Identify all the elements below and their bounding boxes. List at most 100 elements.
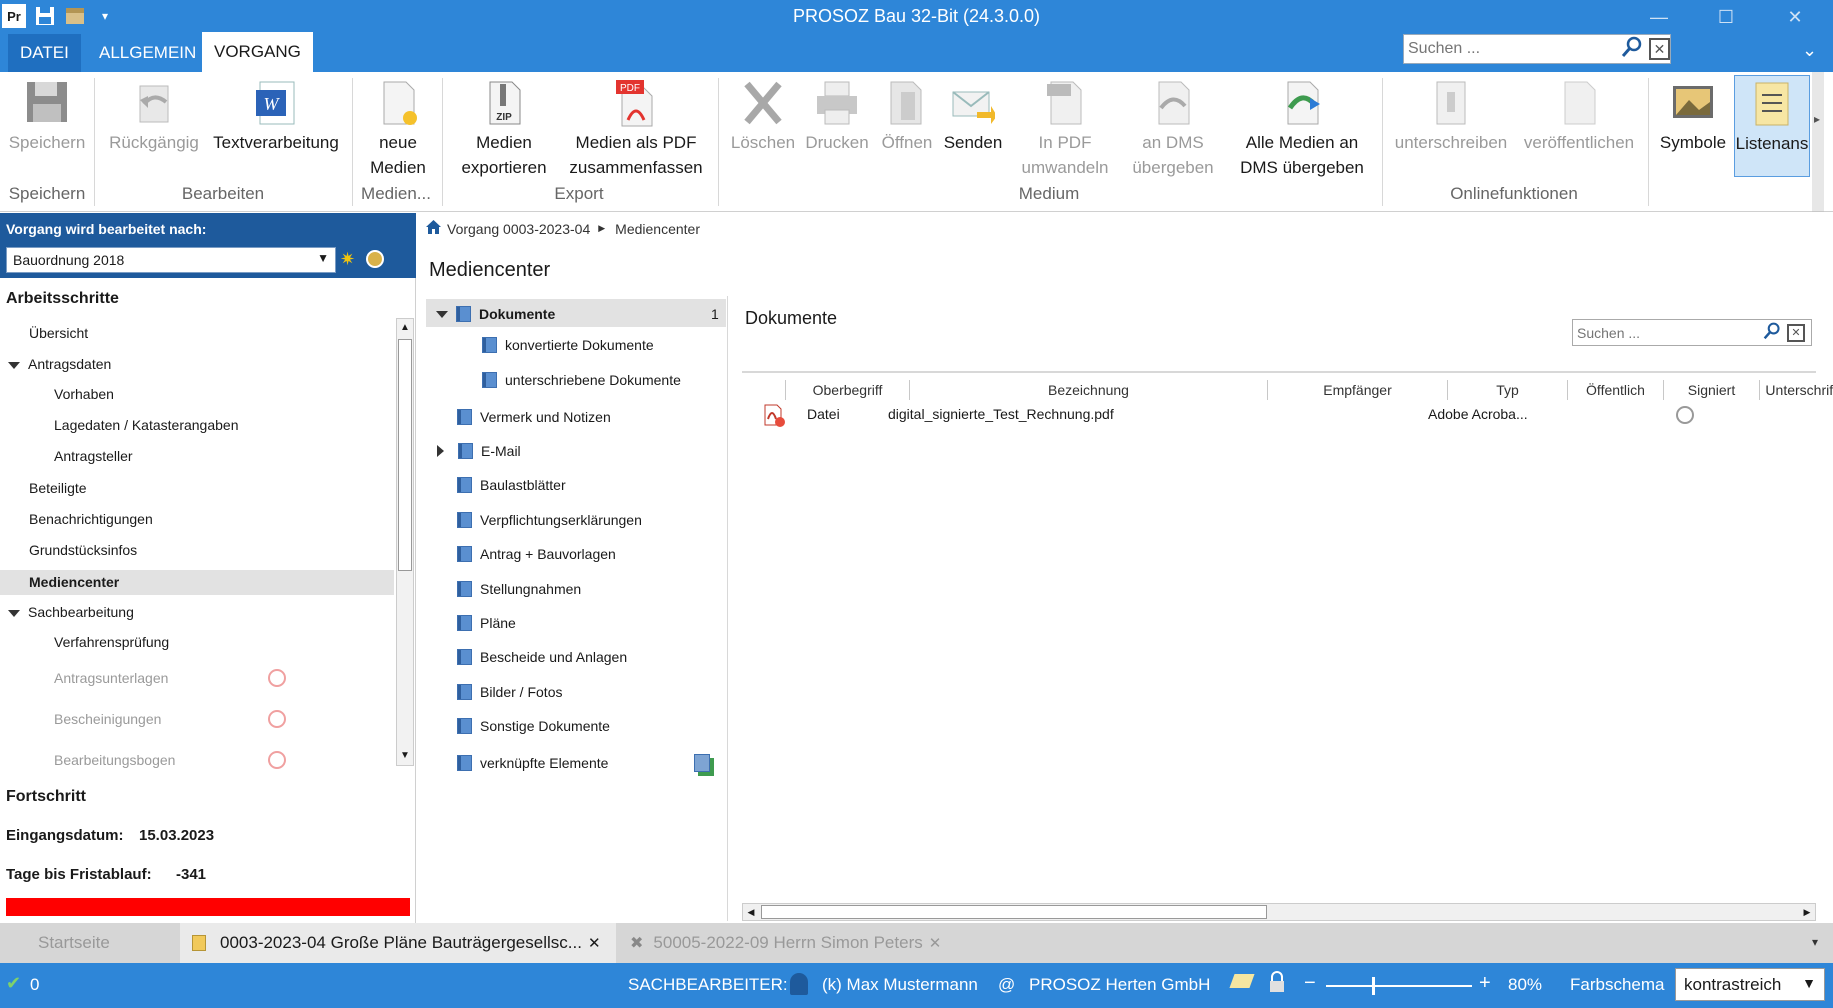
nav-antragsdaten[interactable]: Antragsdaten — [8, 356, 111, 372]
nav-grundstuecksinfos[interactable]: Grundstücksinfos — [29, 542, 137, 558]
folder-email[interactable]: E-Mail — [437, 443, 521, 459]
minimize-icon[interactable]: — — [1630, 0, 1688, 34]
zoom-in-icon[interactable]: + — [1479, 972, 1491, 995]
wizard-icon[interactable]: ✷ — [340, 249, 355, 270]
search-icon[interactable] — [1621, 36, 1643, 62]
expand-icon[interactable] — [8, 609, 20, 617]
ruler-icon[interactable] — [1229, 974, 1255, 988]
scroll-left-icon[interactable]: ◀ — [743, 904, 759, 920]
drucken-button[interactable]: Drucken — [800, 78, 874, 155]
scroll-right-icon[interactable]: ▶ — [1799, 904, 1815, 920]
chevron-down-icon[interactable]: ▼ — [317, 251, 329, 265]
medien-als-pdf-button[interactable]: PDF Medien als PDF zusammenfassen — [562, 78, 710, 180]
veroeffentlichen-button[interactable]: veröffentlichen — [1514, 78, 1644, 155]
folder-bescheide[interactable]: Bescheide und Anlagen — [457, 649, 627, 665]
alle-medien-dms-button[interactable]: Alle Medien an DMS übergeben — [1228, 78, 1376, 180]
ribbon-collapse-icon[interactable]: ⌄ — [1802, 40, 1817, 61]
table-row[interactable]: Datei digital_signierte_Test_Rechnung.pd… — [742, 402, 1816, 428]
speichern-button[interactable]: Speichern — [4, 78, 90, 155]
scroll-up-icon[interactable]: ▲ — [397, 319, 413, 337]
top-search-box[interactable]: ✕ — [1403, 34, 1671, 64]
folder-konvertierte[interactable]: konvertierte Dokumente — [482, 337, 654, 353]
clear-search-icon[interactable]: ✕ — [1787, 323, 1805, 342]
zoom-out-icon[interactable]: − — [1304, 972, 1316, 995]
unterschreiben-button[interactable]: unterschreiben — [1390, 78, 1512, 155]
breadcrumb-item-mediencenter[interactable]: Mediencenter — [615, 221, 700, 237]
zoom-slider-thumb[interactable] — [1372, 977, 1375, 995]
collapse-icon[interactable] — [436, 310, 448, 318]
rueckgaengig-button[interactable]: Rückgängig — [104, 78, 204, 155]
senden-button[interactable]: Senden — [940, 78, 1006, 155]
user-name[interactable]: (k) Max Mustermann — [822, 975, 978, 995]
hscroll-thumb[interactable] — [761, 905, 1267, 919]
nav-verfahrenspruefung[interactable]: Verfahrensprüfung — [54, 634, 169, 650]
maximize-icon[interactable]: ☐ — [1697, 0, 1755, 34]
breadcrumb-item-vorgang[interactable]: Vorgang 0003-2023-04 — [447, 221, 590, 237]
scroll-thumb[interactable] — [398, 339, 412, 571]
tab-startseite[interactable]: Startseite — [38, 923, 110, 963]
top-search-input[interactable] — [1404, 40, 1615, 58]
chevron-down-icon[interactable]: ▼ — [1802, 975, 1816, 991]
close-tab-icon[interactable]: ✕ — [588, 934, 601, 952]
nav-uebersicht[interactable]: Übersicht — [29, 325, 88, 341]
zoom-slider[interactable] — [1326, 977, 1472, 995]
documents-search-box[interactable]: ✕ — [1572, 319, 1812, 346]
home-icon[interactable] — [426, 220, 441, 237]
column-header-empfaenger[interactable]: Empfänger — [1268, 380, 1448, 400]
tab-allgemein[interactable]: ALLGEMEIN — [87, 34, 208, 72]
listenansicht-button[interactable]: Listenans — [1734, 75, 1810, 177]
lock-icon[interactable] — [1268, 971, 1286, 992]
close-icon[interactable]: ✕ — [1766, 0, 1824, 34]
farbschema-select[interactable]: kontrastreich ▼ — [1675, 968, 1825, 1001]
folder-unterschriebene[interactable]: unterschriebene Dokumente — [482, 372, 681, 388]
nav-benachrichtigungen[interactable]: Benachrichtigungen — [29, 511, 153, 527]
nav-antragsteller[interactable]: Antragsteller — [54, 448, 133, 464]
textverarbeitung-button[interactable]: W Textverarbeitung — [206, 78, 346, 155]
column-header-typ[interactable]: Typ — [1448, 380, 1568, 400]
tabs-overflow-icon[interactable]: ▾ — [1812, 935, 1818, 949]
scroll-down-icon[interactable]: ▼ — [397, 747, 413, 765]
column-header-signiert[interactable]: Signiert — [1664, 380, 1760, 400]
folder-vermerk[interactable]: Vermerk und Notizen — [457, 409, 611, 425]
nav-sachbearbeitung[interactable]: Sachbearbeitung — [8, 604, 134, 620]
ribbon-scrollbar[interactable] — [1812, 72, 1824, 212]
column-header-icon[interactable] — [742, 380, 786, 400]
column-header-oeffentlich[interactable]: Öffentlich — [1568, 380, 1664, 400]
folder-verpflichtung[interactable]: Verpflichtungserklärungen — [457, 512, 642, 528]
folder-baulast[interactable]: Baulastblätter — [457, 477, 566, 493]
folder-verknuepfte[interactable]: verknüpfte Elemente — [457, 755, 608, 771]
folder-dokumente[interactable]: Dokumente — [436, 306, 555, 322]
tab-vorgang[interactable]: VORGANG — [202, 32, 313, 72]
nav-lagedaten[interactable]: Lagedaten / Katasterangaben — [54, 417, 239, 433]
folder-bilder[interactable]: Bilder / Fotos — [457, 684, 562, 700]
column-header-oberbegriff[interactable]: Oberbegriff — [786, 380, 910, 400]
neue-medien-button[interactable]: neue Medien — [360, 78, 436, 180]
symbole-button[interactable]: Symbole — [1654, 78, 1732, 155]
nav-mediencenter[interactable]: Mediencenter — [29, 574, 119, 590]
globe-icon[interactable] — [366, 250, 384, 268]
close-tab-icon[interactable]: ✕ — [929, 934, 942, 952]
medien-exportieren-button[interactable]: ZIP Medien exportieren — [452, 78, 556, 180]
tab-vorgang-0003[interactable]: 0003-2023-04 Große Pläne Bauträgergesell… — [180, 923, 616, 963]
folder-antrag[interactable]: Antrag + Bauvorlagen — [457, 546, 616, 562]
oeffnen-button[interactable]: Öffnen — [874, 78, 940, 155]
folder-sonstige[interactable]: Sonstige Dokumente — [457, 718, 610, 734]
nav-antragsunterlagen[interactable]: Antragsunterlagen — [54, 670, 168, 686]
link-folder-icon[interactable] — [694, 754, 710, 772]
nav-bearbeitungsbogen[interactable]: Bearbeitungsbogen — [54, 752, 175, 768]
documents-search-input[interactable] — [1573, 324, 1759, 341]
tab-vorgang-50005[interactable]: ✖ 50005-2022-09 Herrn Simon Peters ✕ — [630, 923, 941, 963]
an-dms-button[interactable]: an DMS übergeben — [1122, 78, 1224, 180]
expand-icon[interactable] — [8, 361, 20, 369]
column-header-bezeichnung[interactable]: Bezeichnung — [910, 380, 1268, 400]
search-icon[interactable] — [1763, 322, 1781, 344]
nav-vorhaben[interactable]: Vorhaben — [54, 386, 114, 402]
tab-datei[interactable]: DATEI — [8, 34, 81, 72]
clear-search-icon[interactable]: ✕ — [1649, 38, 1670, 60]
organisation-name[interactable]: PROSOZ Herten GmbH — [1029, 975, 1210, 995]
documents-hscrollbar[interactable]: ◀ ▶ — [742, 903, 1816, 921]
process-dropdown[interactable]: Bauordnung 2018 ▼ — [6, 247, 336, 273]
in-pdf-button[interactable]: In PDF umwandeln — [1010, 78, 1120, 180]
nav-scrollbar[interactable]: ▲ ▼ — [396, 318, 414, 766]
expand-icon[interactable] — [437, 445, 444, 457]
